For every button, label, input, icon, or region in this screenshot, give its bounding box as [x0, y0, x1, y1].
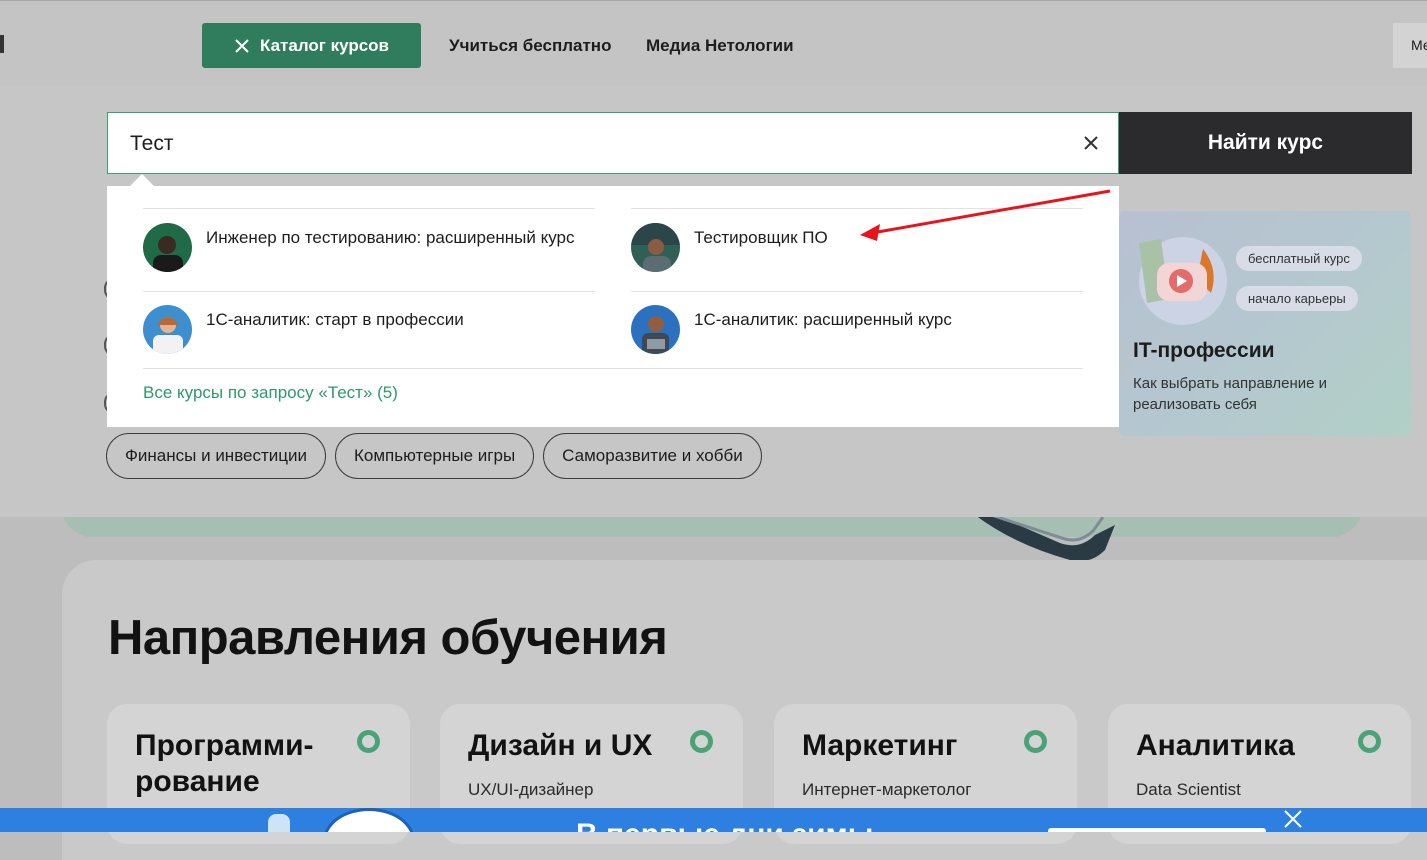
divider [143, 208, 595, 209]
course-avatar [143, 305, 192, 354]
nav-media[interactable]: Медиа Нетологии [646, 36, 794, 56]
ring-icon [357, 730, 380, 753]
course-avatar [143, 223, 192, 272]
suggestion-title: 1С-аналитик: расширенный курс [694, 310, 952, 329]
find-course-button[interactable]: Найти курс [1119, 112, 1412, 174]
banner-input-field[interactable] [1048, 828, 1266, 832]
catalog-close-button[interactable]: Каталог курсов [202, 23, 421, 68]
header-right-button[interactable]: Ме [1393, 23, 1427, 68]
search-input[interactable] [128, 123, 1032, 165]
bottle-illustration [268, 814, 290, 832]
course-avatar [631, 305, 680, 354]
video-play-illustration [1139, 237, 1227, 325]
direction-card-title: Программи- рование [135, 729, 314, 798]
logo-fragment[interactable] [0, 35, 4, 53]
dropdown-caret [130, 174, 154, 186]
suggestion-item[interactable]: Тестировщик ПО [631, 223, 1083, 272]
directions-title: Направления обучения [108, 611, 668, 665]
suggestion-item[interactable]: Инженер по тестированию: расширенный кур… [143, 223, 595, 272]
close-icon [1084, 136, 1098, 150]
promo-title: IT-профессии [1133, 339, 1275, 362]
direction-card-subtitle[interactable]: UX/UI-дизайнер [468, 780, 593, 800]
search-suggestions: Инженер по тестированию: расширенный кур… [107, 186, 1119, 427]
suggestion-item[interactable]: 1С-аналитик: старт в профессии [143, 305, 595, 354]
category-tags: Финансы и инвестиции Компьютерные игры С… [106, 433, 762, 479]
suggestion-title: 1С-аналитик: старт в профессии [206, 310, 464, 329]
tag-finance[interactable]: Финансы и инвестиции [106, 433, 327, 479]
search-box [107, 112, 1119, 174]
direction-card-title: Маркетинг [802, 729, 958, 762]
divider [631, 291, 1083, 292]
clear-search-button[interactable] [1078, 130, 1104, 156]
nav-learn-free[interactable]: Учиться бесплатно [449, 36, 611, 56]
promo-badge: бесплатный курс [1236, 246, 1362, 271]
suggestion-title: Тестировщик ПО [694, 228, 828, 247]
promo-card-it-professions[interactable]: бесплатный курс начало карьеры IT-профес… [1119, 211, 1411, 436]
close-icon [235, 38, 249, 53]
banner-badge-circle [323, 808, 415, 832]
banner-text: В первые дни зимы [576, 818, 873, 832]
suggestion-title: Инженер по тестированию: расширенный кур… [206, 228, 575, 247]
course-avatar [631, 223, 680, 272]
direction-card-subtitle[interactable]: Интернет-маркетолог [802, 780, 971, 800]
divider [143, 291, 595, 292]
ring-icon [1024, 730, 1047, 753]
suggestion-item[interactable]: 1С-аналитик: расширенный курс [631, 305, 1083, 354]
tag-games[interactable]: Компьютерные игры [335, 433, 535, 479]
bottom-promo-banner[interactable]: В первые дни зимы [0, 808, 1427, 832]
ring-icon [690, 730, 713, 753]
promo-badge: начало карьеры [1236, 286, 1358, 311]
direction-card-subtitle[interactable]: Data Scientist [1136, 780, 1241, 800]
catalog-button-label: Каталог курсов [260, 35, 389, 55]
direction-card-title: Дизайн и UX [468, 729, 653, 762]
promo-subtitle: Как выбрать направление и реализовать се… [1133, 375, 1328, 413]
divider [143, 368, 1083, 369]
direction-card-title: Аналитика [1136, 729, 1295, 762]
all-results-link[interactable]: Все курсы по запросу «Тест» (5) [143, 383, 398, 403]
divider [631, 208, 1083, 209]
site-header: Каталог курсов Учиться бесплатно Медиа Н… [0, 0, 1427, 87]
close-icon[interactable] [1282, 808, 1304, 830]
tag-self-development[interactable]: Саморазвитие и хобби [543, 433, 762, 479]
ring-icon [1358, 730, 1381, 753]
